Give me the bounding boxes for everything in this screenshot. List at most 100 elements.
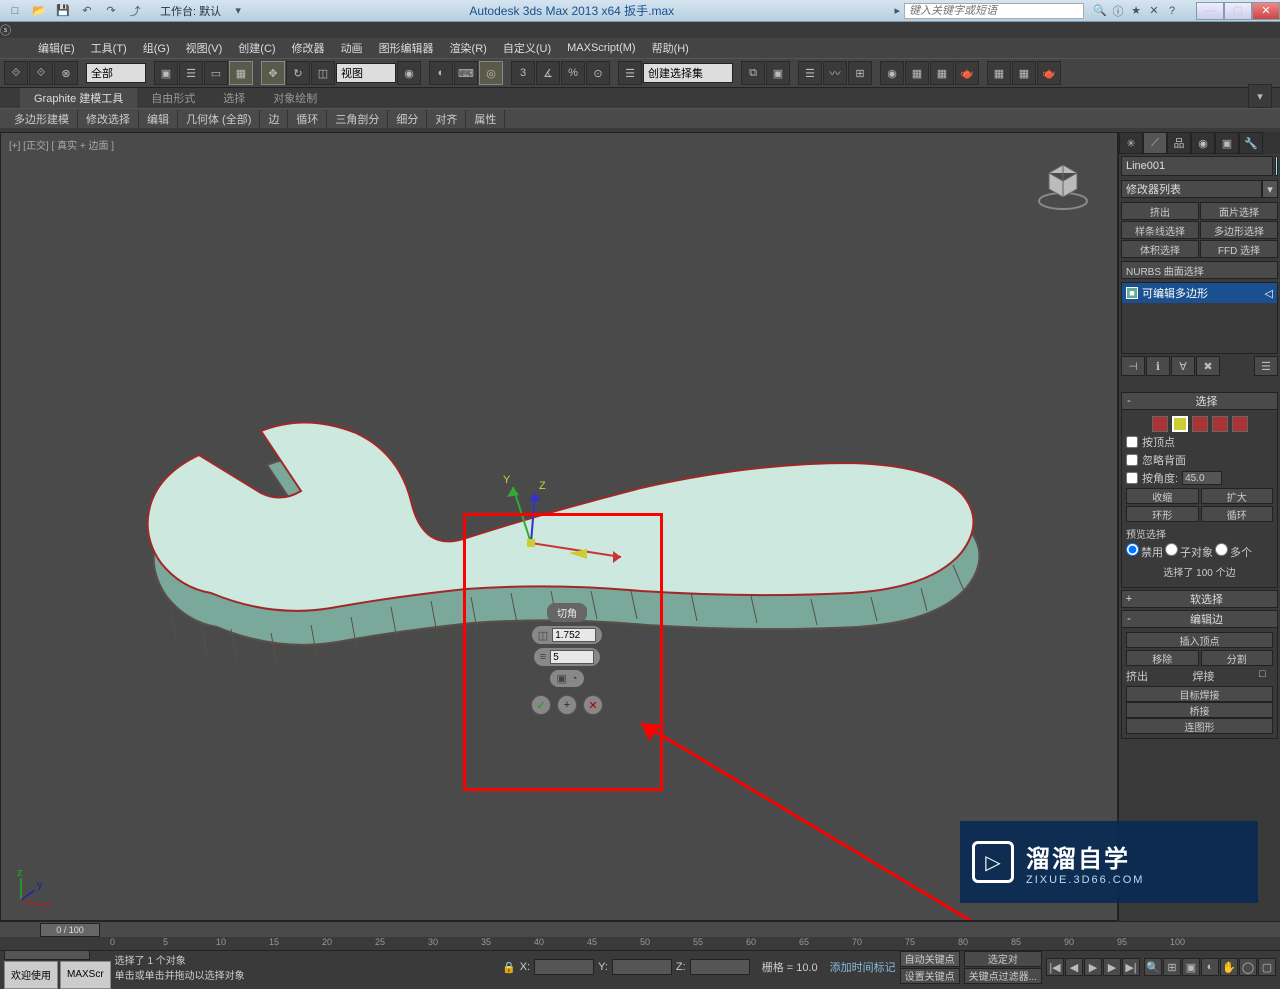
- ref-coord[interactable]: 视图: [336, 63, 396, 83]
- viewport[interactable]: [+] [正交] [ 真实 + 边面 ] x z y: [0, 132, 1118, 921]
- ribbon-subdiv[interactable]: 细分: [388, 110, 427, 128]
- undo-icon[interactable]: ↶: [76, 2, 98, 20]
- caddy-ok-button[interactable]: ✓: [531, 695, 551, 715]
- ribbon-props[interactable]: 属性: [466, 110, 505, 128]
- ribbon-loops[interactable]: 循环: [288, 110, 327, 128]
- open-icon[interactable]: 📂: [28, 2, 50, 20]
- z-coord-input[interactable]: [690, 959, 750, 975]
- pivot-icon[interactable]: ◉: [397, 61, 421, 85]
- pan-icon[interactable]: ✋: [1220, 958, 1238, 976]
- ribbon-expand-icon[interactable]: ▾: [1248, 84, 1272, 108]
- exchange-icon[interactable]: ✕: [1146, 3, 1162, 19]
- teapot-icon[interactable]: 🫖: [1037, 61, 1061, 85]
- time-ruler[interactable]: 0510152025303540455055606570758085909510…: [0, 937, 1280, 951]
- btn-target-weld[interactable]: 目标焊接: [1126, 686, 1273, 702]
- ribbon-tab-paint[interactable]: 对象绘制: [259, 88, 331, 108]
- chamfer-amount-input[interactable]: [552, 628, 596, 642]
- autokey-button[interactable]: 自动关键点: [900, 951, 960, 967]
- goto-start-icon[interactable]: |◀: [1046, 958, 1064, 976]
- render-iter-icon[interactable]: ▦: [1012, 61, 1036, 85]
- btn-ring[interactable]: 环形: [1126, 506, 1199, 522]
- caddy-opt1-icon[interactable]: ▣: [556, 672, 566, 685]
- btn-vol-sel[interactable]: 体积选择: [1121, 240, 1199, 258]
- viewport-label[interactable]: [+] [正交] [ 真实 + 边面 ]: [9, 137, 114, 152]
- rollout-editedge-header[interactable]: -编辑边: [1121, 610, 1278, 628]
- snap3-icon[interactable]: 3: [511, 61, 535, 85]
- caddy-opt2-icon[interactable]: ◔: [571, 673, 578, 685]
- hierarchy-tab-icon[interactable]: 品: [1167, 132, 1191, 154]
- menu-modifiers[interactable]: 修改器: [284, 38, 333, 58]
- menu-help[interactable]: 帮助(H): [644, 38, 697, 58]
- ribbon-poly-modeling[interactable]: 多边形建模: [6, 110, 78, 128]
- select-name-icon[interactable]: ☰: [179, 61, 203, 85]
- manipulate-icon[interactable]: ◐: [429, 61, 453, 85]
- btn-grow[interactable]: 扩大: [1201, 488, 1274, 504]
- named-sel-icon[interactable]: ☰: [618, 61, 642, 85]
- welcome-button[interactable]: 欢迎使用: [4, 961, 58, 989]
- create-tab-icon[interactable]: ✳: [1119, 132, 1143, 154]
- window-crossing-icon[interactable]: ▦: [229, 61, 253, 85]
- object-name-input[interactable]: [1121, 156, 1273, 176]
- menu-tools[interactable]: 工具(T): [83, 38, 135, 58]
- keyboard-icon[interactable]: ⌨: [454, 61, 478, 85]
- caddy-apply-button[interactable]: +: [557, 695, 577, 715]
- redo-icon[interactable]: ↷: [100, 2, 122, 20]
- app-menu-button[interactable]: ⓢ: [0, 22, 1280, 38]
- menu-maxscript[interactable]: MAXScript(M): [559, 38, 643, 58]
- menu-group[interactable]: 组(G): [135, 38, 178, 58]
- btn-ffd-sel[interactable]: FFD 选择: [1200, 240, 1278, 258]
- zoom-all-icon[interactable]: ⊞: [1163, 958, 1181, 976]
- chk-ignore-back[interactable]: [1126, 454, 1138, 466]
- curve-editor-icon[interactable]: 〰: [823, 61, 847, 85]
- move-icon[interactable]: ✥: [261, 61, 285, 85]
- stack-item-editable-poly[interactable]: ■ 可编辑多边形 ◁: [1122, 283, 1277, 303]
- y-coord-input[interactable]: [612, 959, 672, 975]
- show-end-icon[interactable]: ℹ: [1146, 356, 1170, 376]
- render-frame-icon[interactable]: ▦: [930, 61, 954, 85]
- rollout-selection-header[interactable]: -选择: [1121, 392, 1278, 410]
- menu-animation[interactable]: 动画: [333, 38, 371, 58]
- btn-shrink[interactable]: 收缩: [1126, 488, 1199, 504]
- ribbon-align[interactable]: 对齐: [427, 110, 466, 128]
- angle-snap-icon[interactable]: ∡: [536, 61, 560, 85]
- render-icon[interactable]: 🫖: [955, 61, 979, 85]
- material-icon[interactable]: ◉: [880, 61, 904, 85]
- save-icon[interactable]: 💾: [52, 2, 74, 20]
- ribbon-geometry[interactable]: 几何体 (全部): [178, 110, 260, 128]
- maximize-button[interactable]: ▢: [1224, 2, 1252, 20]
- radio-multi[interactable]: [1215, 543, 1228, 556]
- modifier-list[interactable]: 修改器列表 ▾: [1121, 180, 1278, 198]
- favorite-icon[interactable]: ★: [1128, 3, 1144, 19]
- btn-loop[interactable]: 循环: [1201, 506, 1274, 522]
- btn-weld[interactable]: 焊接: [1193, 668, 1259, 684]
- render-prod-icon[interactable]: ▦: [987, 61, 1011, 85]
- btn-extrude[interactable]: 挤出: [1121, 202, 1199, 220]
- ribbon-tab-selection[interactable]: 选择: [209, 88, 259, 108]
- mirror-icon[interactable]: ⧉: [741, 61, 765, 85]
- named-sel-sets[interactable]: 创建选择集: [643, 63, 733, 83]
- zoom-ext-icon[interactable]: ▣: [1182, 958, 1200, 976]
- maxmin-icon[interactable]: ▢: [1258, 958, 1276, 976]
- search-input[interactable]: [904, 3, 1084, 19]
- setkey-button[interactable]: 设置关键点: [900, 968, 960, 984]
- prev-frame-icon[interactable]: ◀: [1065, 958, 1083, 976]
- unique-icon[interactable]: ∀: [1171, 356, 1195, 376]
- unlink-icon[interactable]: ⟐: [29, 61, 53, 85]
- menu-edit[interactable]: 编辑(E): [30, 38, 83, 58]
- link-icon[interactable]: ⟐: [4, 61, 28, 85]
- link-icon[interactable]: ⤴: [124, 2, 146, 20]
- goto-end-icon[interactable]: ▶|: [1122, 958, 1140, 976]
- motion-tab-icon[interactable]: ◉: [1191, 132, 1215, 154]
- orbit-icon[interactable]: ◯: [1239, 958, 1257, 976]
- remove-mod-icon[interactable]: ✖: [1196, 356, 1220, 376]
- btn-create-shape[interactable]: 连图形: [1126, 718, 1273, 734]
- time-slider[interactable]: 0 / 100: [0, 921, 1280, 937]
- modify-tab-icon[interactable]: ⟋: [1143, 132, 1167, 154]
- edge-icon[interactable]: [1172, 416, 1188, 432]
- angle-input[interactable]: [1182, 471, 1222, 485]
- viewcube-icon[interactable]: [1033, 153, 1093, 213]
- configure-icon[interactable]: ☰: [1254, 356, 1278, 376]
- snap-icon[interactable]: ◎: [479, 61, 503, 85]
- btn-spline-sel[interactable]: 样条线选择: [1121, 221, 1199, 239]
- chk-by-vertex[interactable]: [1126, 436, 1138, 448]
